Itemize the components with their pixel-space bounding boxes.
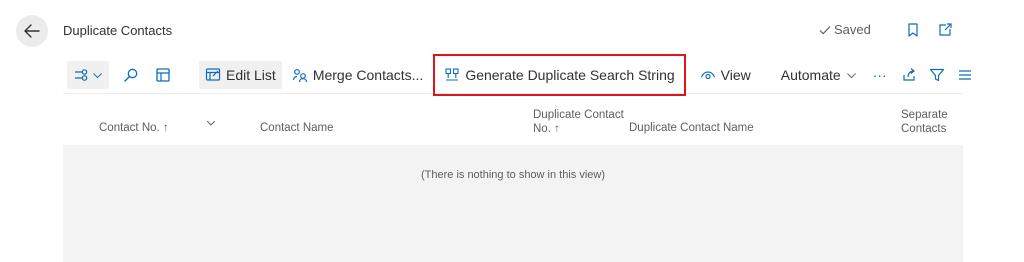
empty-message: (There is nothing to show in this view) <box>420 169 606 181</box>
edit-list-icon <box>205 68 221 81</box>
list-icon <box>958 70 971 80</box>
open-in-new-window-icon <box>939 23 952 36</box>
column-label-line2: Contacts <box>901 123 947 135</box>
grid-body: (There is nothing to show in this view) <box>63 145 963 262</box>
column-label-line2: No. <box>533 123 551 135</box>
share-icon <box>903 68 915 81</box>
edit-list-label: Edit List <box>226 67 276 83</box>
more-options-button[interactable]: ··· <box>867 61 893 89</box>
merge-contacts-label: Merge Contacts... <box>312 67 424 83</box>
sort-ascending-icon: ↑ <box>554 123 560 135</box>
merge-contacts-button[interactable]: Merge Contacts... <box>286 61 430 89</box>
open-new-window-button[interactable] <box>937 22 953 38</box>
checkmark-icon <box>819 25 831 35</box>
view-label: View <box>720 67 751 83</box>
back-button[interactable] <box>16 15 48 47</box>
column-header-duplicate-contact-no[interactable]: Duplicate Contact No. ↑ <box>533 108 624 136</box>
chevron-down-icon <box>206 120 216 126</box>
column-label: Contact Name <box>260 122 334 134</box>
share-button[interactable] <box>895 61 923 89</box>
arrow-left-icon <box>24 24 40 38</box>
filter-icon <box>929 68 944 82</box>
automate-menu[interactable]: Automate <box>775 61 863 89</box>
filter-button[interactable] <box>923 61 951 89</box>
grid-header: Contact No. ↑ Contact Name Duplicate Con… <box>63 100 963 145</box>
duplicate-contacts-grid: Contact No. ↑ Contact Name Duplicate Con… <box>63 100 963 262</box>
column-header-contact-no[interactable]: Contact No. ↑ <box>99 121 169 135</box>
page-title: Duplicate Contacts <box>63 23 173 38</box>
eye-icon <box>700 71 715 80</box>
more-options-label: ··· <box>872 67 887 83</box>
column-label: Duplicate Contact <box>533 109 624 121</box>
column-header-separate-contacts[interactable]: Separate Contacts <box>901 108 948 136</box>
filter-pane-menu[interactable] <box>67 61 109 89</box>
view-button[interactable]: View <box>694 61 757 89</box>
chevron-down-icon <box>846 72 856 78</box>
layout-icon <box>156 68 170 82</box>
action-toolbar: Edit List Merge Contacts... Generate Dup… <box>63 54 971 96</box>
column-label: Contact No. <box>99 122 160 134</box>
column-header-contact-name[interactable]: Contact Name <box>260 121 334 135</box>
search-button[interactable] <box>117 61 145 89</box>
column-options-button[interactable] <box>206 118 216 132</box>
automate-label: Automate <box>780 67 841 83</box>
generate-duplicate-search-string-button[interactable]: Generate Duplicate Search String <box>433 54 686 96</box>
saved-status: Saved <box>818 22 871 37</box>
bookmark-button[interactable] <box>905 22 921 38</box>
column-label: Duplicate Contact Name <box>629 122 754 134</box>
column-header-duplicate-contact-name[interactable]: Duplicate Contact Name <box>629 121 754 135</box>
search-icon <box>124 68 138 82</box>
column-label: Separate <box>901 109 948 121</box>
generate-duplicate-search-string-label: Generate Duplicate Search String <box>465 67 675 83</box>
edit-list-button[interactable]: Edit List <box>199 61 282 89</box>
generate-duplicate-search-icon <box>445 68 459 81</box>
merge-contacts-icon <box>292 69 307 83</box>
list-view-button[interactable] <box>951 61 979 89</box>
bookmark-icon <box>908 23 918 37</box>
chevron-down-icon <box>93 72 102 78</box>
saved-status-label: Saved <box>834 22 871 37</box>
sort-ascending-icon: ↑ <box>162 122 169 134</box>
filter-pane-icon <box>75 69 88 81</box>
layout-button[interactable] <box>149 61 177 89</box>
